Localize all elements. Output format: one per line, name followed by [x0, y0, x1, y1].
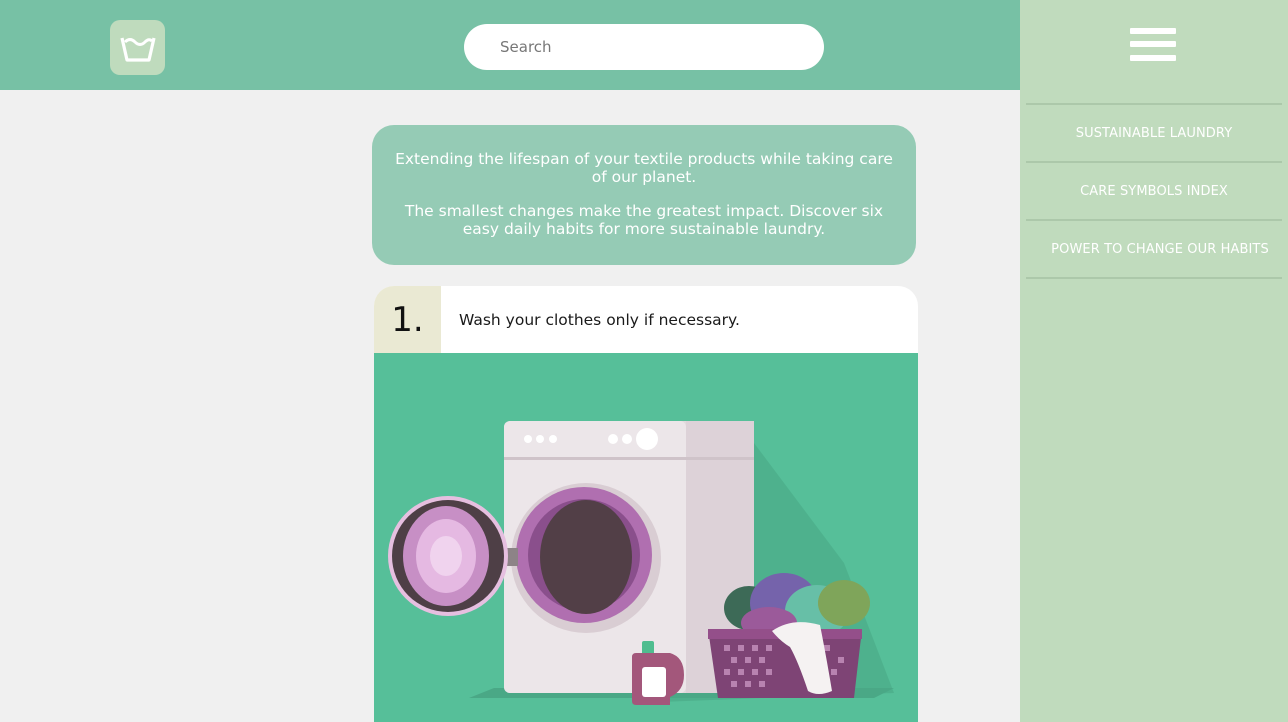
- sidebar-nav: SUSTAINABLE LAUNDRY CARE SYMBOLS INDEX P…: [1026, 103, 1282, 279]
- sidebar-item-sustainable-laundry[interactable]: SUSTAINABLE LAUNDRY: [1026, 105, 1282, 163]
- tip-text: Wash your clothes only if necessary.: [459, 311, 740, 329]
- hamburger-menu-icon[interactable]: [1130, 28, 1176, 62]
- tip-number: 1.: [374, 286, 441, 353]
- search-input[interactable]: [464, 24, 824, 70]
- top-header: [0, 0, 1020, 90]
- sidebar-item-care-symbols-index[interactable]: CARE SYMBOLS INDEX: [1026, 163, 1282, 221]
- intro-paragraph: Extending the lifespan of your textile p…: [395, 150, 893, 186]
- wash-tub-icon: [119, 37, 156, 62]
- washing-machine-illustration: [374, 353, 918, 722]
- sidebar-item-power-to-change[interactable]: POWER TO CHANGE OUR HABITS: [1026, 221, 1282, 279]
- intro-card: Extending the lifespan of your textile p…: [372, 125, 916, 265]
- sidebar: SUSTAINABLE LAUNDRY CARE SYMBOLS INDEX P…: [1020, 0, 1288, 722]
- tip-card: 1. Wash your clothes only if necessary.: [374, 286, 918, 722]
- intro-paragraph: The smallest changes make the greatest i…: [404, 202, 884, 238]
- logo[interactable]: [110, 20, 165, 75]
